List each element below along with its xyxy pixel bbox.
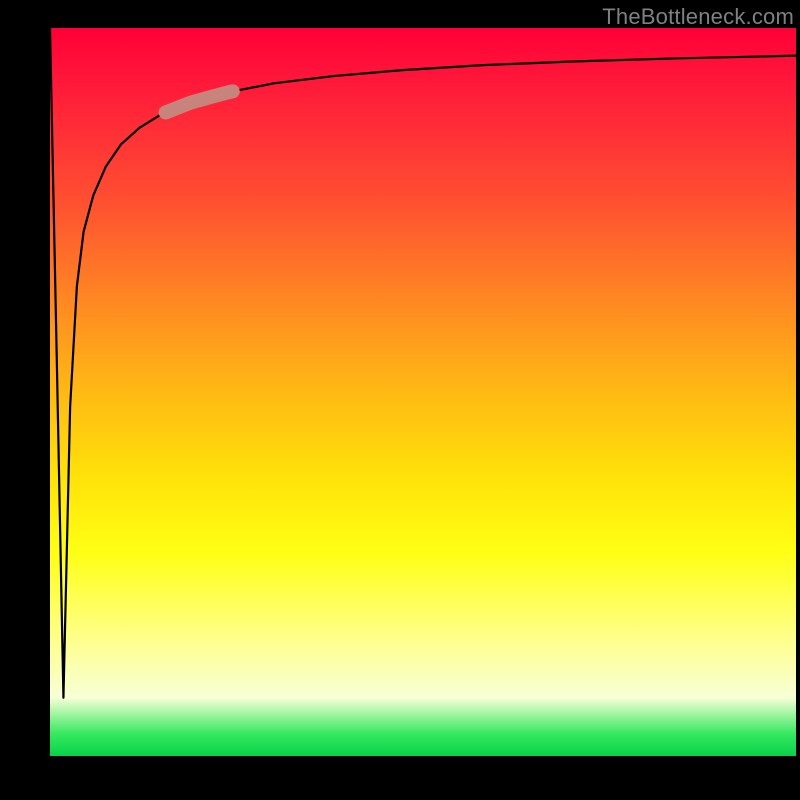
plot-area	[50, 28, 796, 756]
highlight-segment	[166, 91, 233, 112]
watermark-text: TheBottleneck.com	[602, 4, 794, 30]
curve-layer	[50, 28, 796, 756]
chart-frame: TheBottleneck.com	[0, 0, 800, 800]
bottleneck-curve	[50, 28, 796, 698]
